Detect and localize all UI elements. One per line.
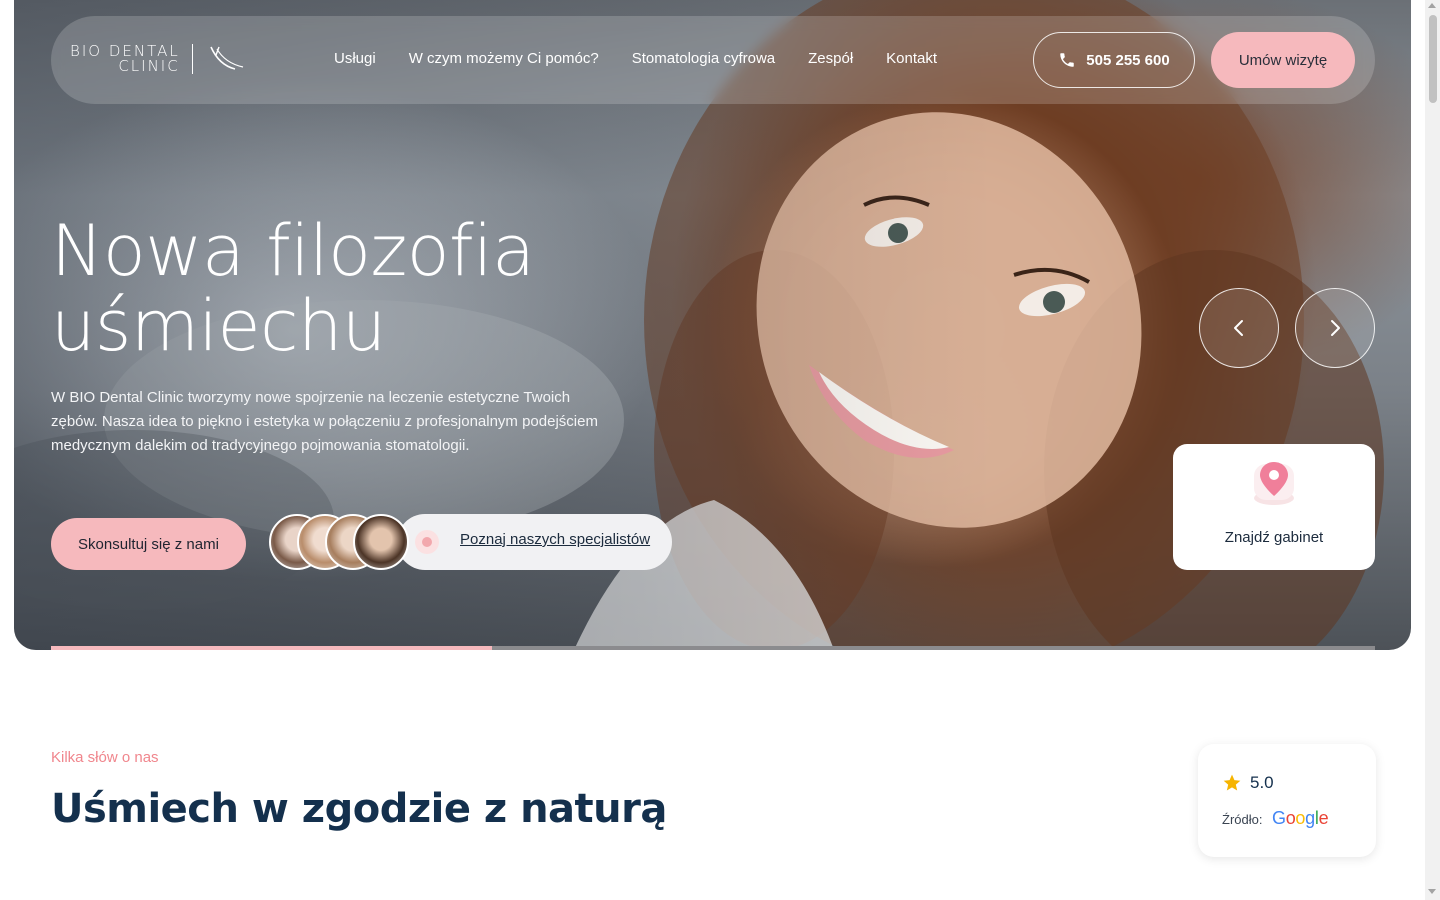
chevron-left-icon: [1234, 320, 1243, 336]
find-office-card[interactable]: Znajdź gabinet: [1173, 444, 1375, 570]
google-logo: Google: [1272, 808, 1329, 828]
page-scrollbar[interactable]: [1425, 0, 1440, 900]
map-pin-icon: [1254, 462, 1294, 505]
find-office-label: Znajdź gabinet: [1224, 529, 1324, 546]
specialist-avatar: [353, 514, 409, 570]
rating-value: 5.0: [1250, 773, 1274, 792]
slider-prev-button[interactable]: [1199, 288, 1279, 368]
brand-logo[interactable]: BIO DENTAL CLINIC: [70, 44, 247, 74]
chevron-right-icon: [1331, 320, 1340, 336]
brand-line-2: CLINIC: [118, 57, 180, 75]
rating-source-label: Źródło:: [1222, 812, 1263, 827]
nav-link-contact[interactable]: Kontakt: [886, 50, 937, 67]
book-visit-button[interactable]: Umów wizytę: [1211, 32, 1355, 88]
about-title: Uśmiech w zgodzie z naturą: [51, 786, 667, 832]
nav-link-digital-dentistry[interactable]: Stomatologia cyfrowa: [632, 50, 775, 67]
nav-links: Usługi W czym możemy Ci pomóc? Stomatolo…: [334, 50, 970, 67]
logo-mark-icon: [209, 46, 243, 70]
specialists-link[interactable]: Poznaj naszych specjalistów: [460, 531, 650, 548]
star-icon: [1223, 774, 1241, 791]
scroll-down-arrow-icon[interactable]: [1428, 889, 1436, 894]
hero-title: Nowa filozofia uśmiechu: [51, 214, 671, 364]
phone-button[interactable]: 505 255 600: [1033, 32, 1195, 88]
phone-number: 505 255 600: [1086, 51, 1170, 69]
nav-link-uslugi[interactable]: Usługi: [334, 50, 376, 67]
brand-wordmark: BIO DENTAL CLINIC: [70, 44, 180, 74]
specialists-widget[interactable]: Poznaj naszych specjalistów: [269, 514, 672, 570]
slider-next-button[interactable]: [1295, 288, 1375, 368]
about-eyebrow: Kilka słów o nas: [51, 749, 159, 766]
logo-divider: [191, 44, 193, 74]
slider-progress-fill: [51, 646, 492, 650]
hero-title-line-1: Nowa filozofia: [51, 210, 535, 292]
nav-link-help[interactable]: W czym możemy Ci pomóc?: [409, 50, 599, 67]
consult-button[interactable]: Skonsultuj się z nami: [51, 518, 246, 570]
hero-title-line-2: uśmiechu: [51, 285, 386, 367]
hero-description: W BIO Dental Clinic tworzymy nowe spojrz…: [51, 389, 598, 454]
slider-progress: [51, 646, 1375, 650]
nav-link-team[interactable]: Zespół: [808, 50, 853, 67]
scrollbar-thumb[interactable]: [1429, 15, 1437, 103]
specialists-dot-center: [422, 537, 432, 547]
phone-icon: [1060, 53, 1075, 67]
main-navbar: BIO DENTAL CLINIC Usługi W czym możemy C…: [51, 16, 1375, 104]
google-rating-card[interactable]: 5.0 Źródło: Google: [1198, 744, 1376, 857]
scroll-up-arrow-icon[interactable]: [1428, 3, 1436, 8]
